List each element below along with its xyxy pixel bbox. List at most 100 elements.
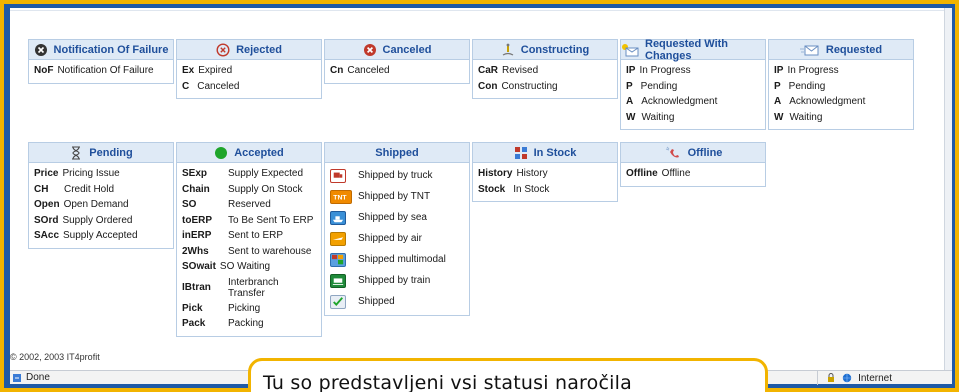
svg-text:TNT: TNT [333, 194, 347, 201]
status-code: Open [34, 199, 60, 210]
copyright-text: © 2002, 2003 IT4profit [10, 352, 100, 362]
status-code: IBtran [182, 282, 211, 293]
card-body: IP In Progress P Pending A Acknowledgment W… [621, 60, 765, 129]
status-text: Pending [788, 80, 826, 92]
status-row: SO Reserved [182, 197, 316, 213]
card-body: CaR Revised Con Constructing [473, 60, 617, 98]
status-text: Supply Accepted [63, 230, 138, 241]
plane-icon [330, 231, 346, 246]
status-code: A [626, 96, 634, 107]
status-code: IP [774, 65, 784, 76]
tnt-icon: TNT [330, 189, 352, 204]
status-row: 2Whs Sent to warehouse [182, 244, 316, 260]
status-row: Shipped by sea [330, 207, 464, 228]
status-row: History History [478, 166, 612, 182]
status-code: inERP [182, 230, 212, 241]
status-row: Chain Supply On Stock [182, 182, 316, 198]
page-content: Notification Of Failure NoF Notification … [10, 10, 946, 352]
card-canceled: Canceled Cn Canceled [324, 39, 470, 84]
card-header: Rejected [177, 40, 321, 60]
status-text: Acknowledgment [789, 96, 866, 107]
status-text: Pending [640, 80, 678, 92]
card-title: In Stock [533, 146, 577, 159]
card-body: Cn Canceled [325, 60, 469, 83]
status-text: To Be Sent To ERP [228, 214, 314, 226]
status-row: Shipped multimodal [330, 249, 464, 270]
card-accepted: Accepted SExp Supply Expected Chain Supply… [176, 142, 322, 337]
status-code: Price [34, 168, 59, 179]
status-code: W [626, 111, 636, 123]
status-text: Acknowledgment [641, 96, 718, 107]
status-row: CH Credit Hold [34, 182, 168, 198]
envelope-requested-icon [799, 45, 819, 55]
status-text: Picking [228, 302, 261, 314]
card-rejected: Rejected Ex Expired C Canceled [176, 39, 322, 99]
browser-window: Notification Of Failure NoF Notification … [10, 8, 952, 385]
card-title: Shipped [375, 146, 419, 159]
card-body: NoF Notification Of Failure [29, 60, 173, 83]
status-code: SExp [182, 168, 208, 179]
construction-icon [502, 43, 514, 56]
lock-icon [828, 373, 835, 382]
status-text: Shipped by truck [358, 169, 433, 181]
status-text: In Progress [639, 65, 691, 76]
status-code: 2Whs [182, 245, 209, 257]
card-title: Offline [687, 146, 723, 159]
status-code: SOrd [34, 214, 59, 226]
status-row: Shipped by truck [330, 165, 464, 186]
status-code: NoF [34, 65, 54, 76]
card-header: In Stock [473, 143, 617, 163]
status-text: Open Demand [63, 199, 129, 210]
status-text: Shipped by TNT [358, 190, 431, 202]
status-code: W [774, 111, 784, 123]
status-text: Supply Ordered [62, 214, 133, 226]
status-text: Canceled [347, 65, 390, 76]
failure-x-icon [34, 43, 47, 56]
card-title: Constructing [520, 43, 590, 56]
status-row: C Canceled [182, 79, 316, 95]
card-header: Requested [769, 40, 913, 60]
stock-grid-icon [514, 146, 527, 159]
card-header: Offline [621, 143, 765, 163]
card-title: Notification Of Failure [53, 43, 169, 56]
card-offline: Offline Offline Offline [620, 142, 766, 187]
status-text: Interbranch Transfer [228, 276, 279, 299]
status-row: Price Pricing Issue [34, 166, 168, 182]
card-body: Shipped by truck TNT Shipped by TNT Shipp… [325, 163, 469, 315]
status-row: Offline Offline [626, 166, 760, 182]
status-row: P Pending [774, 79, 908, 95]
status-text: Shipped by train [358, 274, 431, 286]
card-notification-of-failure: Notification Of Failure NoF Notification … [28, 39, 174, 84]
status-code: History [478, 168, 513, 179]
status-text: Waiting [641, 111, 675, 123]
status-code: Stock [478, 183, 506, 195]
status-text: In Stock [513, 183, 550, 195]
status-done-text: Done [26, 372, 50, 383]
card-shipped: Shipped Shipped by truck TNT Shipped by T… [324, 142, 470, 316]
status-row: A Acknowledgment [774, 94, 908, 110]
status-text: SO Waiting [219, 261, 271, 272]
status-text: In Progress [787, 65, 839, 76]
status-row: Cn Canceled [330, 63, 464, 79]
card-in-stock: In Stock History History Stock In Stock [472, 142, 618, 202]
status-code: Offline [626, 168, 658, 179]
status-row: SOwait SO Waiting [182, 259, 316, 275]
status-legend-grid: Notification Of Failure NoF Notification … [28, 38, 916, 337]
status-text: Revised [502, 65, 539, 76]
status-text: History [516, 168, 548, 179]
status-text: Constructing [501, 80, 558, 92]
status-row: Pack Packing [182, 316, 316, 332]
card-header: Pending [29, 143, 173, 163]
status-row: W Waiting [626, 110, 760, 126]
vertical-scrollbar[interactable] [944, 8, 952, 372]
card-header: Constructing [473, 40, 617, 60]
multimodal-icon [330, 252, 346, 267]
canceled-x-icon [363, 43, 376, 56]
card-constructing: Constructing CaR Revised Con Constructing [472, 39, 618, 99]
status-text: Supply On Stock [228, 183, 303, 195]
status-left: Done [10, 372, 50, 383]
status-row: inERP Sent to ERP [182, 228, 316, 244]
status-row: Shipped [330, 291, 464, 312]
status-text: Expired [198, 65, 233, 76]
card-title: Rejected [236, 43, 282, 56]
